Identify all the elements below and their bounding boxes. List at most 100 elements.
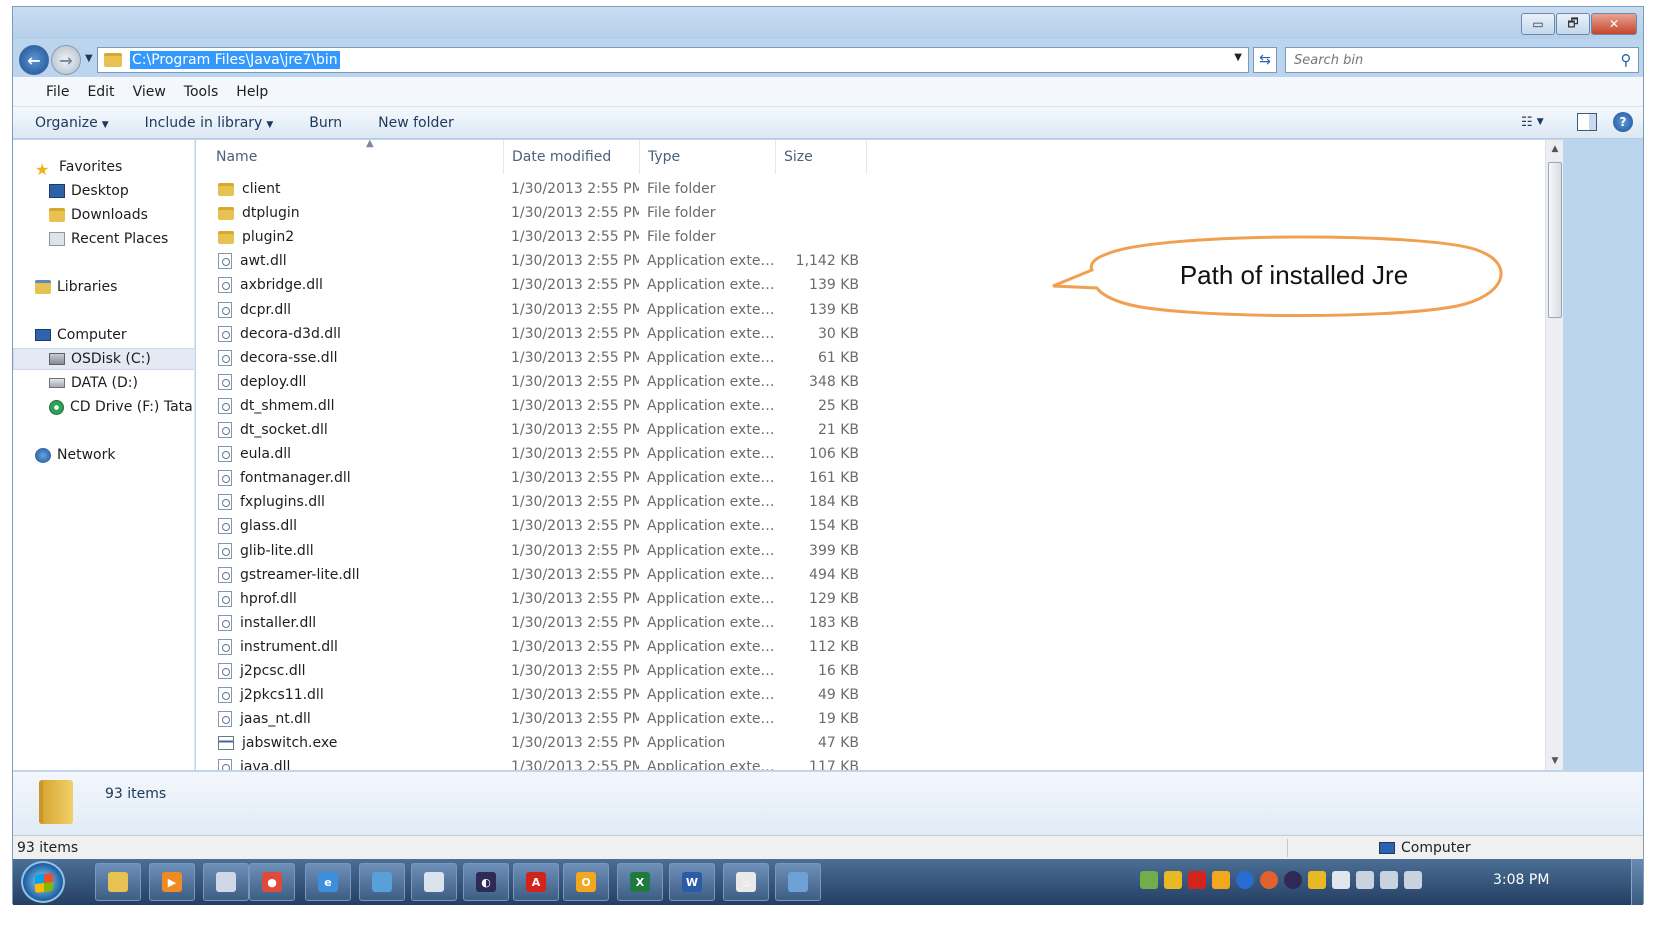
nav-data-drive[interactable]: DATA (D:) [13, 372, 194, 394]
nav-osdisk[interactable]: OSDisk (C:) [13, 348, 194, 370]
column-header-size[interactable]: Size [776, 140, 867, 174]
taskbar-app-button[interactable]: e [305, 863, 351, 901]
organize-label: Organize [35, 114, 98, 131]
table-row[interactable]: glib-lite.dll 1/30/2013 2:55 PM Applicatio… [196, 540, 1545, 564]
volume-icon[interactable] [1404, 871, 1422, 889]
nav-network[interactable]: Network [13, 444, 194, 466]
taskbar-app-button[interactable]: W [669, 863, 715, 901]
table-row[interactable]: decora-sse.dll 1/30/2013 2:55 PM Applicati… [196, 347, 1545, 371]
burn-button[interactable]: Burn [309, 115, 360, 131]
table-row[interactable]: jaas_nt.dll 1/30/2013 2:55 PM Application … [196, 708, 1545, 732]
search-icon[interactable]: ⚲ [1614, 51, 1638, 69]
scroll-down-icon[interactable]: ▼ [1546, 752, 1564, 770]
refresh-button[interactable]: ⇆ [1253, 47, 1277, 73]
start-button[interactable] [21, 861, 65, 903]
help-icon[interactable]: ? [1613, 112, 1633, 132]
tray-icon[interactable] [1140, 871, 1158, 889]
preview-pane-icon[interactable] [1577, 113, 1597, 131]
scroll-thumb[interactable] [1548, 162, 1562, 318]
address-dropdown-icon[interactable]: ▼ [1234, 52, 1242, 63]
forward-button[interactable]: → [51, 45, 81, 75]
outlook-tray-icon[interactable] [1212, 871, 1230, 889]
show-desktop-button[interactable] [1631, 859, 1643, 905]
table-row[interactable]: j2pcsc.dll 1/30/2013 2:55 PM Application e… [196, 660, 1545, 684]
taskbar-app-button[interactable] [411, 863, 457, 901]
menu-help[interactable]: Help [227, 84, 277, 100]
lock-icon[interactable] [1308, 871, 1326, 889]
taskbar-app-button[interactable] [775, 863, 821, 901]
table-row[interactable]: fxplugins.dll 1/30/2013 2:55 PM Applicatio… [196, 491, 1545, 515]
search-input[interactable] [1286, 49, 1614, 71]
flag-icon[interactable] [1332, 871, 1350, 889]
recent-pages-dropdown[interactable]: ▼ [85, 53, 93, 64]
tray-icon[interactable] [1260, 871, 1278, 889]
table-row[interactable]: java.dll 1/30/2013 2:55 PM Application ext… [196, 756, 1545, 770]
taskbar-app-button[interactable] [359, 863, 405, 901]
nav-downloads[interactable]: Downloads [13, 204, 194, 226]
taskbar-app-button[interactable] [95, 863, 141, 901]
back-button[interactable]: ← [19, 45, 49, 75]
details-items-count: 93 items [105, 786, 167, 802]
network-tray-icon[interactable] [1380, 871, 1398, 889]
battery-icon[interactable] [1356, 871, 1374, 889]
organize-button[interactable]: Organize ▼ [35, 115, 127, 131]
nav-desktop[interactable]: Desktop [13, 180, 194, 202]
table-row[interactable]: dt_shmem.dll 1/30/2013 2:55 PM Application… [196, 395, 1545, 419]
taskbar-app-button[interactable]: ◐ [463, 863, 509, 901]
chrome-icon: ● [262, 872, 282, 892]
table-row[interactable]: dtplugin 1/30/2013 2:55 PM File folder [196, 202, 1545, 226]
nav-cd-drive[interactable]: CD Drive (F:) Tata Ph [13, 396, 194, 418]
taskbar-app-button[interactable]: ● [249, 863, 295, 901]
menu-edit[interactable]: Edit [78, 84, 123, 100]
bluetooth-icon[interactable] [1236, 871, 1254, 889]
nav-label: Libraries [57, 279, 118, 295]
change-view-button[interactable]: ☷ ▼ [1521, 112, 1561, 132]
acrobat-tray-icon[interactable] [1188, 871, 1206, 889]
vertical-scrollbar[interactable]: ▲ ▼ [1545, 140, 1563, 770]
restore-button[interactable]: 🗗 [1556, 13, 1590, 35]
nav-favorites[interactable]: ★ Favorites [13, 156, 194, 179]
taskbar-app-button[interactable]: ♨ [723, 863, 769, 901]
clock[interactable]: 3:08 PM [1493, 872, 1549, 888]
table-row[interactable]: jabswitch.exe 1/30/2013 2:55 PM Applicatio… [196, 732, 1545, 756]
new-folder-button[interactable]: New folder [378, 115, 472, 131]
taskbar-app-button[interactable]: X [617, 863, 663, 901]
table-row[interactable]: fontmanager.dll 1/30/2013 2:55 PM Applicat… [196, 467, 1545, 491]
close-button[interactable]: ✕ [1591, 13, 1637, 35]
back-arrow-icon: ← [27, 50, 41, 70]
table-row[interactable]: instrument.dll 1/30/2013 2:55 PM Applicati… [196, 636, 1545, 660]
file-name: j2pkcs11.dll [240, 687, 324, 704]
taskbar-app-button[interactable]: O [563, 863, 609, 901]
table-row[interactable]: deploy.dll 1/30/2013 2:55 PM Application e… [196, 371, 1545, 395]
minimize-button[interactable]: ▭ [1521, 13, 1555, 35]
table-row[interactable]: j2pkcs11.dll 1/30/2013 2:55 PM Application… [196, 684, 1545, 708]
nav-computer[interactable]: Computer [13, 324, 194, 346]
taskbar-app-button[interactable]: ▶ [149, 863, 195, 901]
table-row[interactable]: gstreamer-lite.dll 1/30/2013 2:55 PM Appli… [196, 564, 1545, 588]
shield-icon[interactable] [1164, 871, 1182, 889]
taskbar-app-button[interactable]: A [513, 863, 559, 901]
column-header-type[interactable]: Type [640, 140, 776, 174]
table-row[interactable]: glass.dll 1/30/2013 2:55 PM Application ex… [196, 515, 1545, 539]
table-row[interactable]: installer.dll 1/30/2013 2:55 PM Applicatio… [196, 612, 1545, 636]
column-header-name[interactable]: Name ▲ [208, 140, 504, 174]
file-size: 106 KB [809, 446, 859, 463]
taskbar-app-button[interactable] [203, 863, 249, 901]
table-row[interactable]: client 1/30/2013 2:55 PM File folder [196, 178, 1545, 202]
scroll-up-icon[interactable]: ▲ [1546, 140, 1564, 158]
column-header-date-modified[interactable]: Date modified [504, 140, 640, 174]
menu-tools[interactable]: Tools [175, 84, 228, 100]
menu-file[interactable]: File [37, 84, 78, 100]
address-path[interactable]: C:\Program Files\Java\jre7\bin [130, 51, 340, 69]
address-bar[interactable]: C:\Program Files\Java\jre7\bin ▼ [97, 47, 1249, 73]
table-row[interactable]: hprof.dll 1/30/2013 2:55 PM Application ex… [196, 588, 1545, 612]
menu-view[interactable]: View [124, 84, 175, 100]
eclipse-tray-icon[interactable] [1284, 871, 1302, 889]
nav-recent-places[interactable]: Recent Places [13, 228, 194, 250]
forward-arrow-icon: → [59, 50, 73, 70]
table-row[interactable]: dt_socket.dll 1/30/2013 2:55 PM Applicatio… [196, 419, 1545, 443]
nav-libraries[interactable]: Libraries [13, 276, 194, 298]
table-row[interactable]: eula.dll 1/30/2013 2:55 PM Application ext… [196, 443, 1545, 467]
include-in-library-button[interactable]: Include in library ▼ [145, 115, 292, 131]
table-row[interactable]: decora-d3d.dll 1/30/2013 2:55 PM Applicati… [196, 323, 1545, 347]
